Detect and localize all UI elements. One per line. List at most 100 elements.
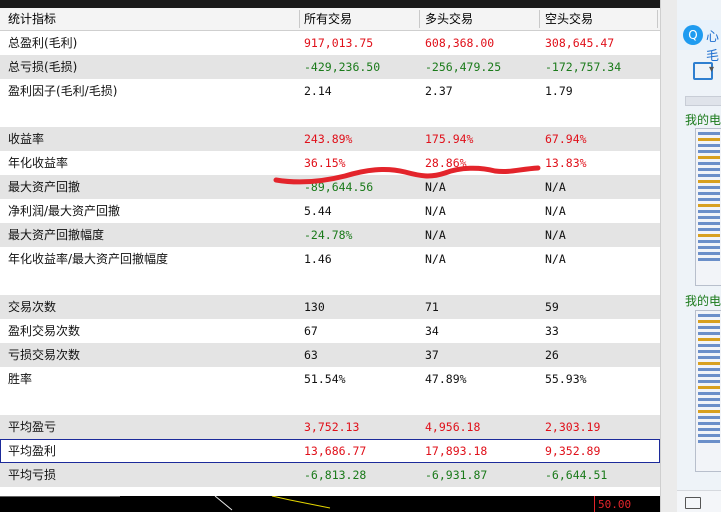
value-long-trades: N/A: [425, 228, 446, 242]
metric-label: 最大资产回撤幅度: [8, 228, 105, 242]
value-long-trades: 2.37: [425, 84, 453, 98]
side-chat-panel: Q 心毛 ▾ 我的电 我的电: [677, 0, 721, 512]
message-card: [685, 96, 721, 106]
value-all-trades: 5.44: [304, 204, 332, 218]
value-all-trades: 917,013.75: [304, 36, 374, 50]
metric-label: 交易次数: [8, 300, 57, 314]
value-short-trades: N/A: [545, 204, 566, 218]
table-row[interactable]: 亏损交易次数 63 37 26: [0, 343, 660, 367]
table-row[interactable]: 年化收益率/最大资产回撤幅度 1.46 N/A N/A: [0, 247, 660, 271]
value-short-trades: 55.93%: [545, 372, 587, 386]
table-row[interactable]: 最大资产回撤 -89,644.56 N/A N/A: [0, 175, 660, 199]
metric-label: 总亏损(毛损): [8, 60, 78, 74]
table-row[interactable]: 总盈利(毛利) 917,013.75 608,368.00 308,645.47: [0, 31, 660, 55]
table-row[interactable]: 年化收益率 36.15% 28.86% 13.83%: [0, 151, 660, 175]
value-all-trades: 3,752.13: [304, 420, 360, 434]
value-short-trades: -6,644.51: [545, 468, 608, 482]
value-long-trades: 28.86%: [425, 156, 467, 170]
chart-fragment: [0, 496, 331, 511]
table-row[interactable]: 收益率 243.89% 175.94% 67.94%: [0, 127, 660, 151]
header-long-trades[interactable]: 多头交易: [425, 8, 539, 30]
value-short-trades: 33: [545, 324, 559, 338]
table-header: 统计指标 所有交易 多头交易 空头交易: [0, 8, 660, 31]
statistics-table: 统计指标 所有交易 多头交易 空头交易 总盈利(毛利) 917,013.75 608…: [0, 8, 660, 487]
table-row[interactable]: 最大资产回撤幅度 -24.78% N/A N/A: [0, 223, 660, 247]
metric-label: 收益率: [8, 132, 45, 146]
value-short-trades: 308,645.47: [545, 36, 615, 50]
price-marker: [594, 496, 595, 512]
value-long-trades: N/A: [425, 252, 446, 266]
header-all-trades[interactable]: 所有交易: [304, 8, 418, 30]
header-divider[interactable]: [539, 10, 540, 28]
side-panel-footer: [677, 490, 721, 512]
top-dark-strip: [0, 0, 660, 8]
value-all-trades: 1.46: [304, 252, 332, 266]
value-all-trades: -24.78%: [304, 228, 353, 242]
price-label: 50.00: [598, 498, 632, 511]
side-panel-title: 心毛: [706, 30, 720, 64]
message-label: 我的电: [685, 113, 721, 127]
value-all-trades: 243.89%: [304, 132, 353, 146]
table-spacer: [0, 271, 660, 295]
metric-label: 平均盈亏: [8, 420, 57, 434]
header-divider[interactable]: [419, 10, 420, 28]
metric-label: 年化收益率: [8, 156, 69, 170]
value-short-trades: 1.79: [545, 84, 573, 98]
chevron-down-icon[interactable]: ▾: [709, 64, 714, 75]
value-all-trades: 2.14: [304, 84, 332, 98]
value-long-trades: N/A: [425, 180, 446, 194]
table-body: 总盈利(毛利) 917,013.75 608,368.00 308,645.47 总亏损…: [0, 31, 660, 487]
value-all-trades: 63: [304, 348, 318, 362]
value-all-trades: 13,686.77: [304, 444, 367, 458]
value-short-trades: N/A: [545, 252, 566, 266]
value-short-trades: 26: [545, 348, 559, 362]
value-short-trades: 9,352.89: [545, 444, 601, 458]
side-panel-header: Q 心毛: [677, 20, 721, 64]
value-all-trades: -6,813.28: [304, 468, 367, 482]
table-spacer: [0, 103, 660, 127]
value-long-trades: 37: [425, 348, 439, 362]
value-long-trades: 608,368.00: [425, 36, 495, 50]
value-short-trades: N/A: [545, 228, 566, 242]
table-row[interactable]: 总亏损(毛损) -429,236.50 -256,479.25 -172,757.34: [0, 55, 660, 79]
header-short-trades[interactable]: 空头交易: [545, 8, 655, 30]
metric-label: 胜率: [8, 372, 33, 386]
folder-icon[interactable]: [685, 497, 701, 509]
value-long-trades: N/A: [425, 204, 446, 218]
value-long-trades: -256,479.25: [425, 60, 502, 74]
table-row[interactable]: 净利润/最大资产回撤 5.44 N/A N/A: [0, 199, 660, 223]
chat-logo-icon[interactable]: Q: [683, 25, 703, 45]
table-row[interactable]: 胜率 51.54% 47.89% 55.93%: [0, 367, 660, 391]
header-metric[interactable]: 统计指标: [8, 8, 298, 30]
table-row[interactable]: 交易次数 130 71 59: [0, 295, 660, 319]
value-all-trades: -89,644.56: [304, 180, 374, 194]
chart-bottom-strip: 50.00: [0, 496, 660, 512]
value-short-trades: 67.94%: [545, 132, 587, 146]
value-long-trades: 4,956.18: [425, 420, 481, 434]
header-divider[interactable]: [657, 10, 658, 28]
table-row[interactable]: 平均盈利 13,686.77 17,893.18 9,352.89: [0, 439, 660, 463]
value-short-trades: 2,303.19: [545, 420, 601, 434]
value-all-trades: 36.15%: [304, 156, 346, 170]
metric-label: 净利润/最大资产回撤: [8, 204, 121, 218]
vertical-scrollbar[interactable]: [660, 0, 677, 512]
value-all-trades: 67: [304, 324, 318, 338]
metric-label: 盈利因子(毛利/毛损): [8, 84, 118, 98]
value-all-trades: -429,236.50: [304, 60, 381, 74]
metric-label: 平均盈利: [8, 444, 57, 458]
value-long-trades: 34: [425, 324, 439, 338]
message-thumbnail[interactable]: [695, 128, 721, 286]
table-row[interactable]: 盈利因子(毛利/毛损) 2.14 2.37 1.79: [0, 79, 660, 103]
metric-label: 总盈利(毛利): [8, 36, 78, 50]
value-short-trades: N/A: [545, 180, 566, 194]
table-row[interactable]: 平均亏损 -6,813.28 -6,931.87 -6,644.51: [0, 463, 660, 487]
message-thumbnail[interactable]: [695, 310, 721, 472]
header-divider[interactable]: [299, 10, 300, 28]
table-row[interactable]: 平均盈亏 3,752.13 4,956.18 2,303.19: [0, 415, 660, 439]
value-short-trades: -172,757.34: [545, 60, 622, 74]
value-long-trades: 17,893.18: [425, 444, 488, 458]
metric-label: 年化收益率/最大资产回撤幅度: [8, 252, 169, 266]
metric-label: 盈利交易次数: [8, 324, 81, 338]
message-label: 我的电: [685, 294, 721, 308]
table-row[interactable]: 盈利交易次数 67 34 33: [0, 319, 660, 343]
